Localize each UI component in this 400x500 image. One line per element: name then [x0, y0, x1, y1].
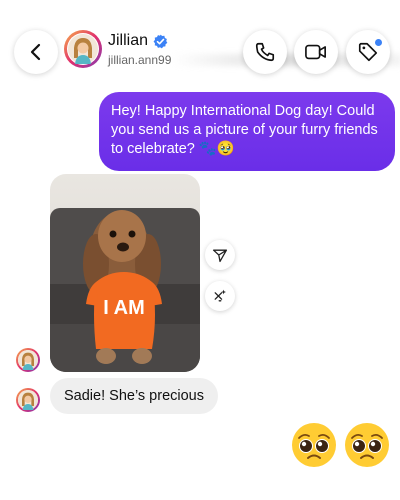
remix-button[interactable]: [205, 281, 235, 311]
voice-call-button[interactable]: [243, 30, 287, 74]
video-icon: [305, 44, 326, 60]
phone-icon: [255, 42, 275, 62]
contact-name: Jillian: [108, 32, 149, 49]
profile-picture: [67, 33, 98, 64]
profile-picture: [18, 390, 38, 410]
send-icon: [212, 249, 228, 263]
received-message-bubble[interactable]: Sadie! She’s precious: [50, 378, 218, 414]
contact-name-row[interactable]: Jillian: [108, 32, 168, 50]
contact-username: jillian.ann99: [108, 53, 172, 67]
notification-dot: [375, 39, 382, 46]
verified-badge-icon: [153, 34, 168, 48]
profile-picture: [18, 350, 38, 370]
dog-photo-image: I AM: [50, 174, 200, 372]
back-arrow-icon: [30, 43, 41, 61]
share-button[interactable]: [205, 240, 235, 270]
dog-photo[interactable]: I AM: [50, 174, 200, 372]
remix-sparkle-icon: [214, 289, 226, 302]
back-button[interactable]: [14, 30, 58, 74]
pleading-face-emoji[interactable]: [344, 422, 390, 468]
shirt-text: I AM: [103, 297, 144, 319]
avatar[interactable]: [64, 30, 102, 68]
pleading-face-emoji[interactable]: [291, 422, 337, 468]
tag-button[interactable]: [346, 30, 390, 74]
avatar[interactable]: [16, 348, 40, 372]
chat-header: Jillian jillian.ann99: [0, 0, 400, 96]
video-call-button[interactable]: [294, 30, 338, 74]
sent-message-bubble[interactable]: Hey! Happy International Dog day! Could …: [99, 92, 395, 171]
avatar[interactable]: [16, 388, 40, 412]
